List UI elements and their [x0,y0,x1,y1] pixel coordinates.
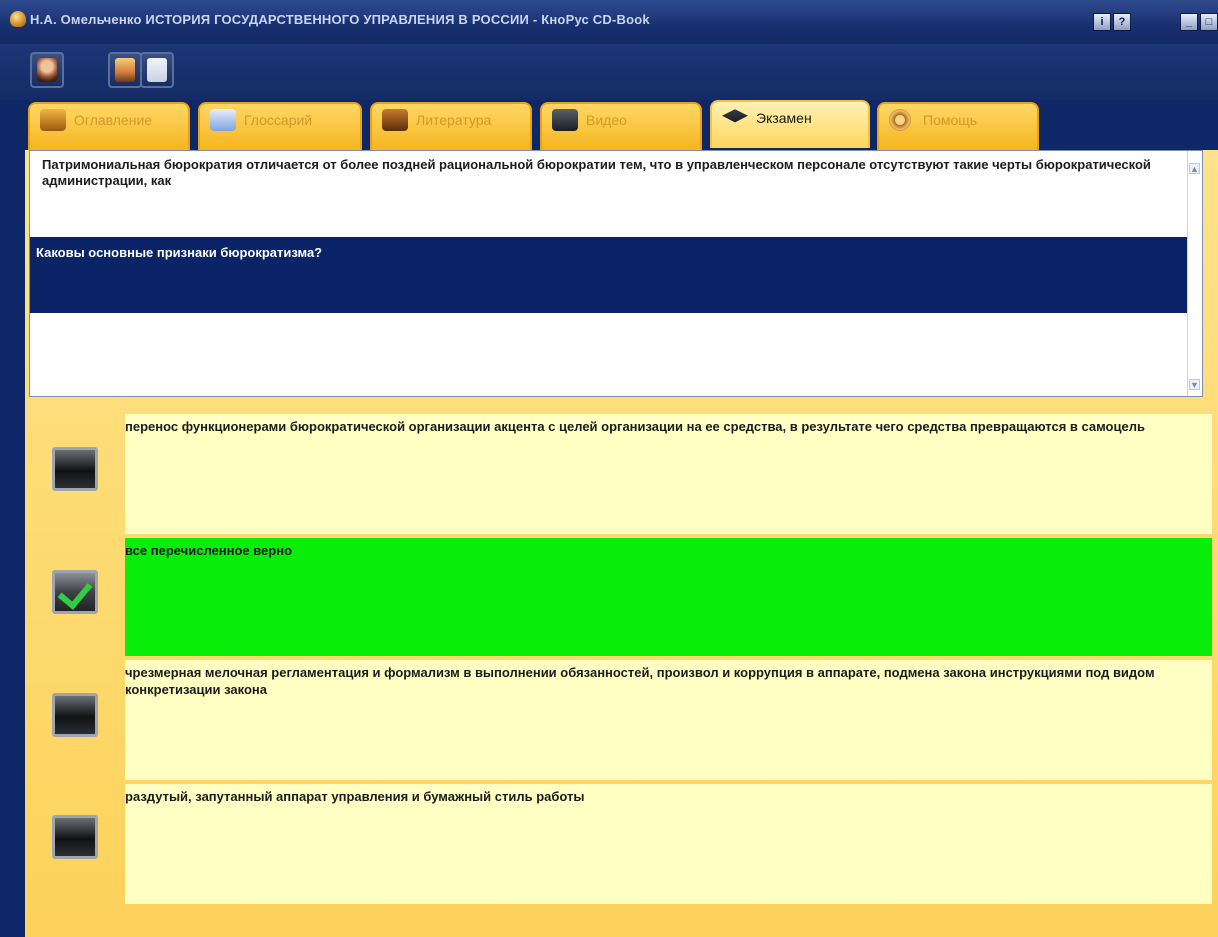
checkmark-icon [57,574,93,610]
question-row[interactable]: Каковы основные признаки бюрократизма? [30,237,1201,313]
answer-option-1[interactable]: перенос функционерами бюрократической ор… [125,414,1212,534]
answer-checkbox-3[interactable] [52,693,98,737]
tab-label: Глоссарий [244,112,313,128]
page-icon [147,58,167,82]
quick-toolbar [0,44,1218,100]
tab-label: Литература [416,112,492,128]
answer-option-3[interactable]: чрезмерная мелочная регламентация и форм… [125,660,1212,780]
tab-label: Помощь [923,112,978,128]
tab-help[interactable]: Помощь [877,102,1039,150]
app-window: Н.А. Омельченко ИСТОРИЯ ГОСУДАРСТВЕННОГО… [0,0,1218,937]
author-icon [37,58,57,82]
tab-contents[interactable]: Оглавление [28,102,190,150]
question-context: Патримониальная бюрократия отличается от… [42,157,1151,188]
app-icon [10,11,26,27]
tab-video[interactable]: Видео [540,102,702,150]
question-area: Патримониальная бюрократия отличается от… [29,150,1203,397]
page-button[interactable] [140,52,174,88]
answer-checkbox-4[interactable] [52,815,98,859]
tab-exam[interactable]: Экзамен [710,100,870,148]
scroll-up-icon[interactable]: ▲ [1189,163,1200,174]
info-button[interactable]: i [1093,13,1111,31]
answer-checkbox-1[interactable] [52,447,98,491]
glossary-icon [210,109,236,131]
bookmark-button[interactable] [108,52,142,88]
answer-text: все перечисленное верно [125,543,293,558]
video-icon [552,109,578,131]
answer-checkbox-2[interactable] [52,570,98,614]
graduation-cap-icon [722,109,748,123]
answer-option-2[interactable]: все перечисленное верно [125,538,1212,656]
minimize-button[interactable]: _ [1180,13,1198,31]
answer-text: перенос функционерами бюрократической ор… [125,419,1145,434]
scroll-down-icon[interactable]: ▼ [1189,379,1200,390]
answer-text: чрезмерная мелочная регламентация и форм… [125,665,1155,697]
lifebuoy-icon [889,109,911,131]
bookmark-icon [115,58,135,82]
tab-label: Экзамен [756,110,812,126]
window-title: Н.А. Омельченко ИСТОРИЯ ГОСУДАРСТВЕННОГО… [30,12,650,27]
answer-option-4[interactable]: раздутый, запутанный аппарат управления … [125,784,1212,904]
author-button[interactable] [30,52,64,88]
answer-text: раздутый, запутанный аппарат управления … [125,789,585,804]
help-button[interactable]: ? [1113,13,1131,31]
book-icon [40,109,66,131]
tab-label: Видео [586,112,627,128]
tab-literature[interactable]: Литература [370,102,532,150]
tab-glossary[interactable]: Глоссарий [198,102,362,150]
question-scrollbar[interactable]: ▲ ▼ [1187,151,1202,396]
question-text: Каковы основные признаки бюрократизма? [36,245,323,260]
title-bar: Н.А. Омельченко ИСТОРИЯ ГОСУДАРСТВЕННОГО… [0,0,1218,44]
tab-label: Оглавление [74,112,153,128]
books-icon [382,109,408,131]
maximize-button[interactable]: □ [1200,13,1218,31]
